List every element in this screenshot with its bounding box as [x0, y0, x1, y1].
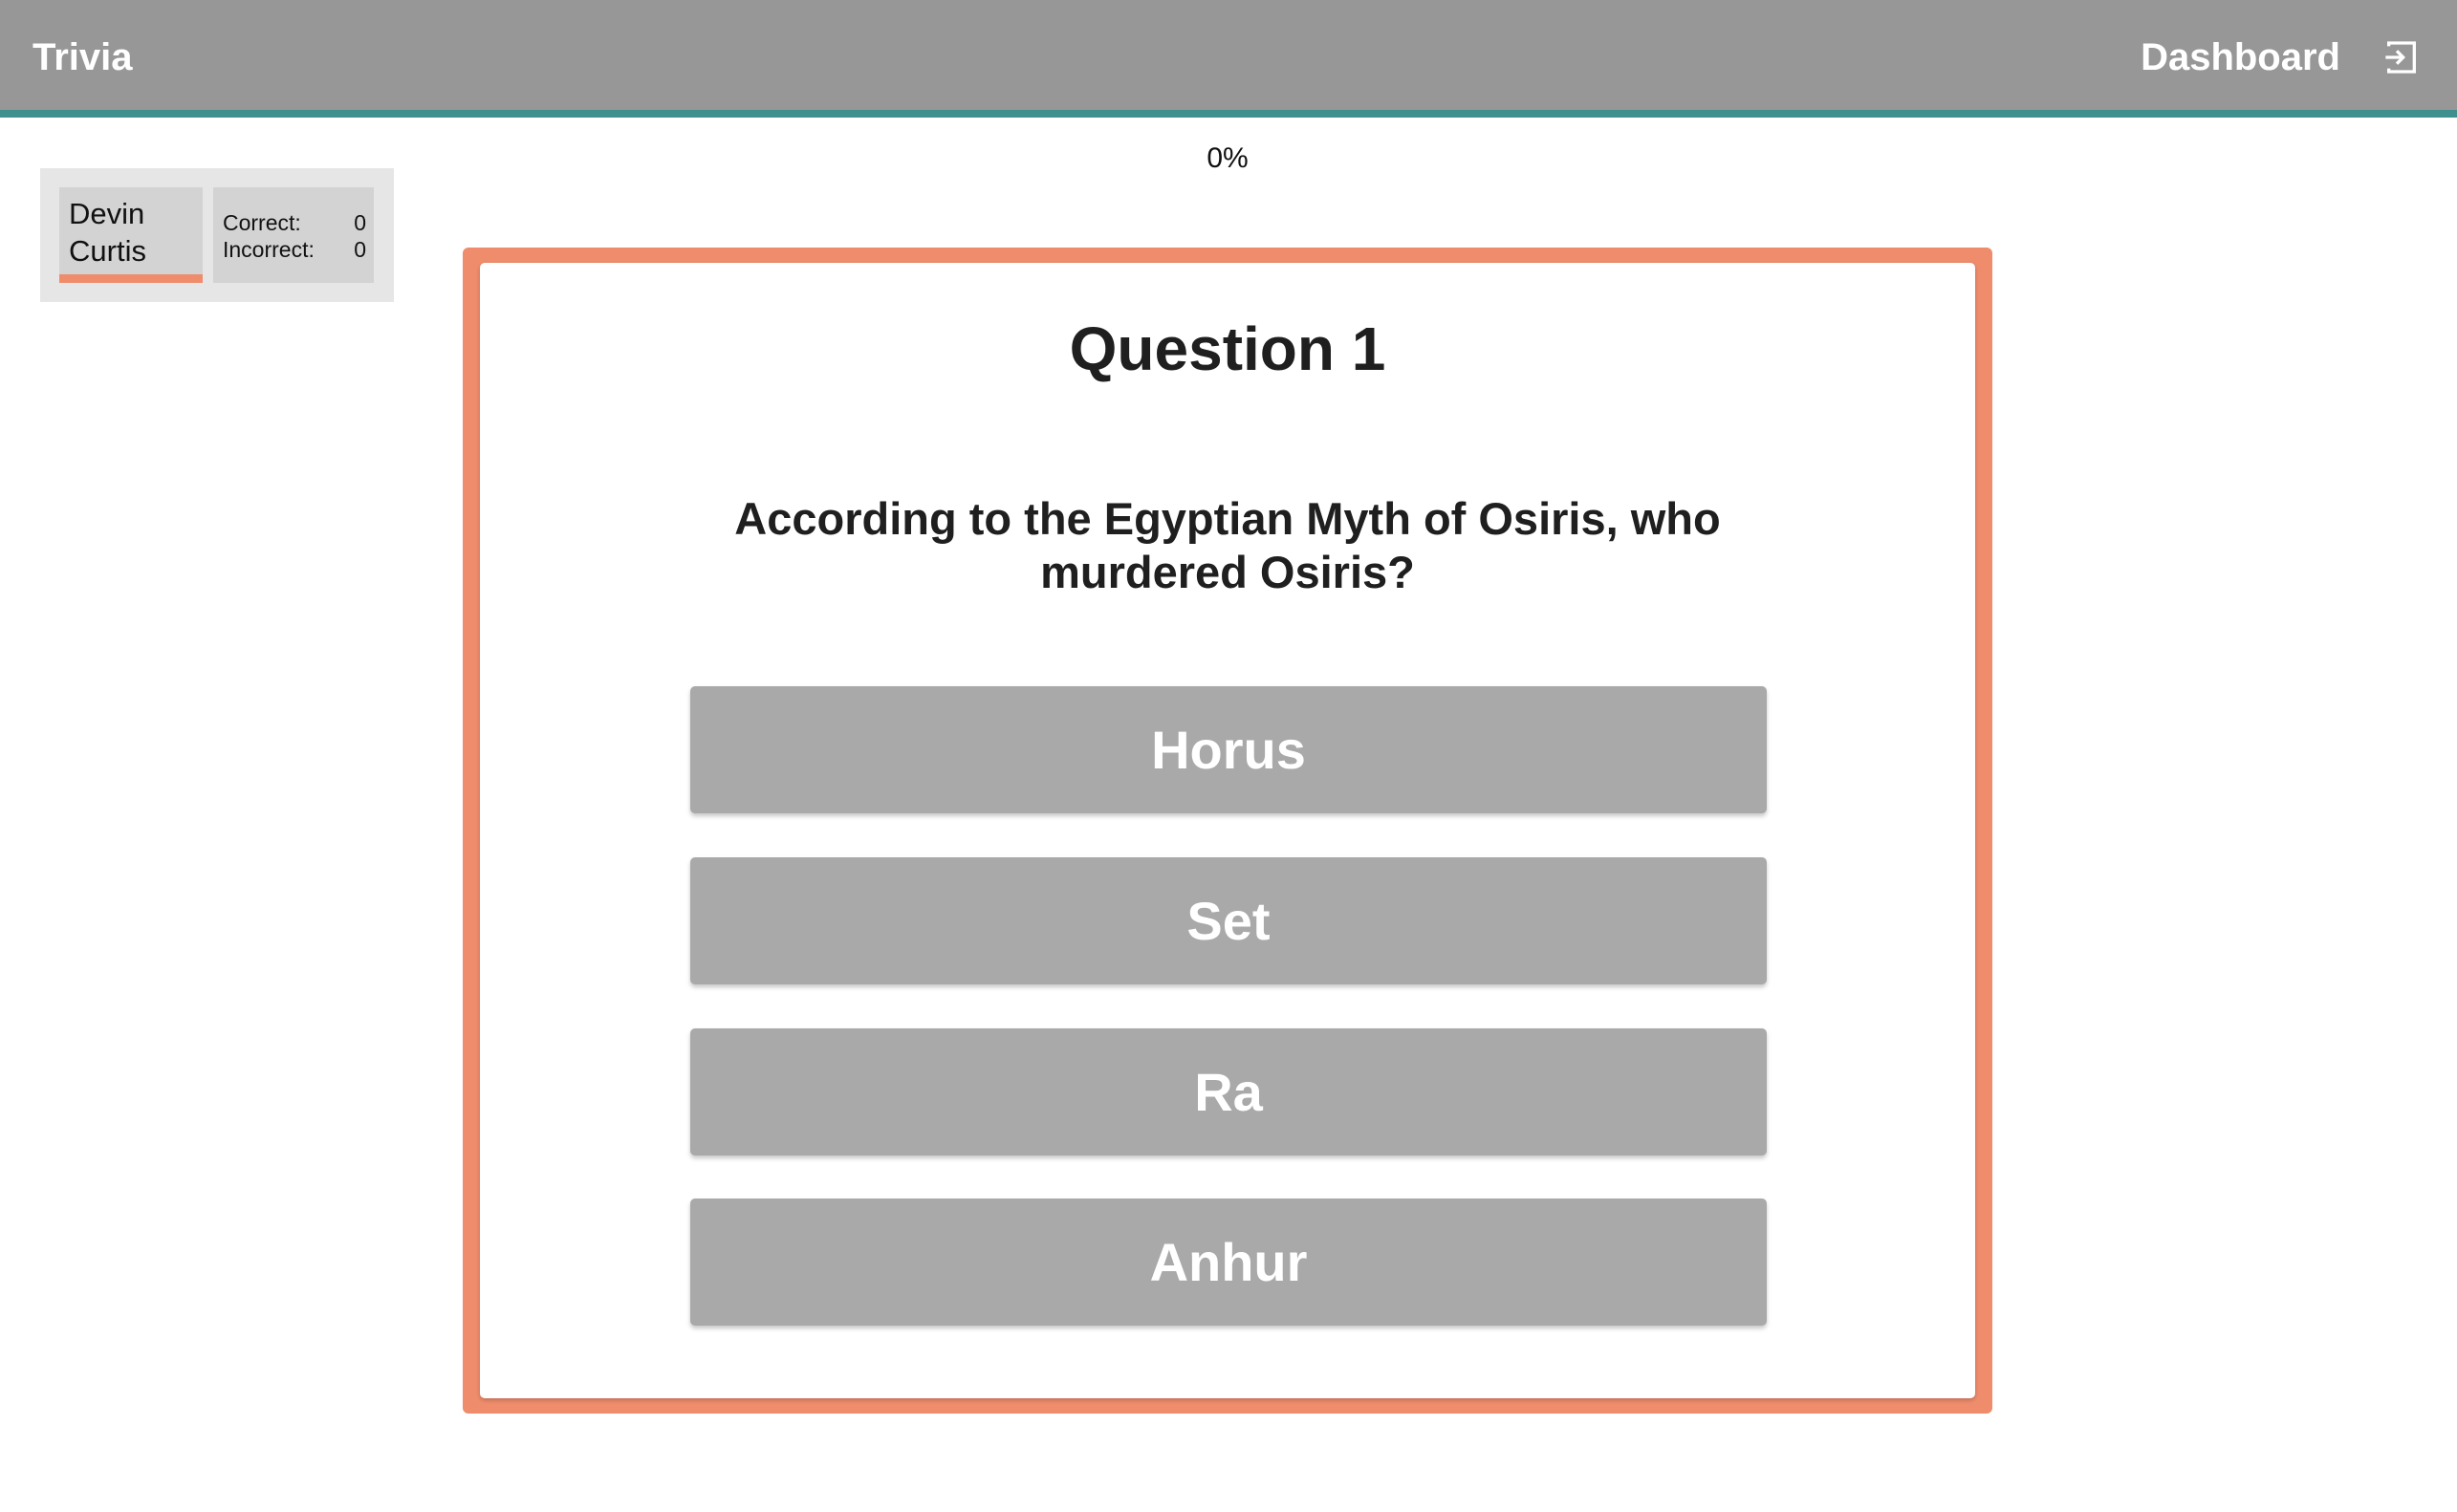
- logout-button[interactable]: [2381, 36, 2423, 78]
- logout-icon: [2385, 41, 2416, 74]
- correct-label: Correct:: [223, 210, 301, 235]
- question-text: According to the Egyptian Myth of Osiris…: [734, 493, 1721, 597]
- question-card: Question 1 According to the Egyptian Myt…: [480, 263, 1975, 1398]
- progress-percentage: 0%: [1207, 142, 1249, 174]
- stats-box: Correct: 0 Incorrect: 0: [213, 187, 374, 283]
- answer-button-horus[interactable]: Horus: [690, 686, 1767, 813]
- score-card: Devin Curtis Correct: 0 Incorrect: 0: [40, 168, 394, 302]
- answer-button-anhur[interactable]: Anhur: [690, 1199, 1767, 1326]
- answer-button-set[interactable]: Set: [690, 857, 1767, 984]
- correct-count: 0: [354, 210, 366, 235]
- question-title: Question 1: [1069, 314, 1386, 383]
- dashboard-link[interactable]: Dashboard: [2141, 31, 2340, 84]
- question-frame: Question 1 According to the Egyptian Myt…: [463, 248, 1992, 1414]
- incorrect-count: 0: [354, 237, 366, 262]
- app-brand[interactable]: Trivia: [33, 32, 133, 82]
- player-name: Devin Curtis: [69, 197, 146, 268]
- answer-button-ra[interactable]: Ra: [690, 1028, 1767, 1156]
- answer-list: Horus Set Ra Anhur: [690, 686, 1767, 1370]
- incorrect-label: Incorrect:: [223, 237, 315, 262]
- top-navigation-bar: Trivia Dashboard: [0, 0, 2457, 118]
- player-box: Devin Curtis: [59, 187, 203, 283]
- nav-right-group: Dashboard: [2141, 31, 2423, 84]
